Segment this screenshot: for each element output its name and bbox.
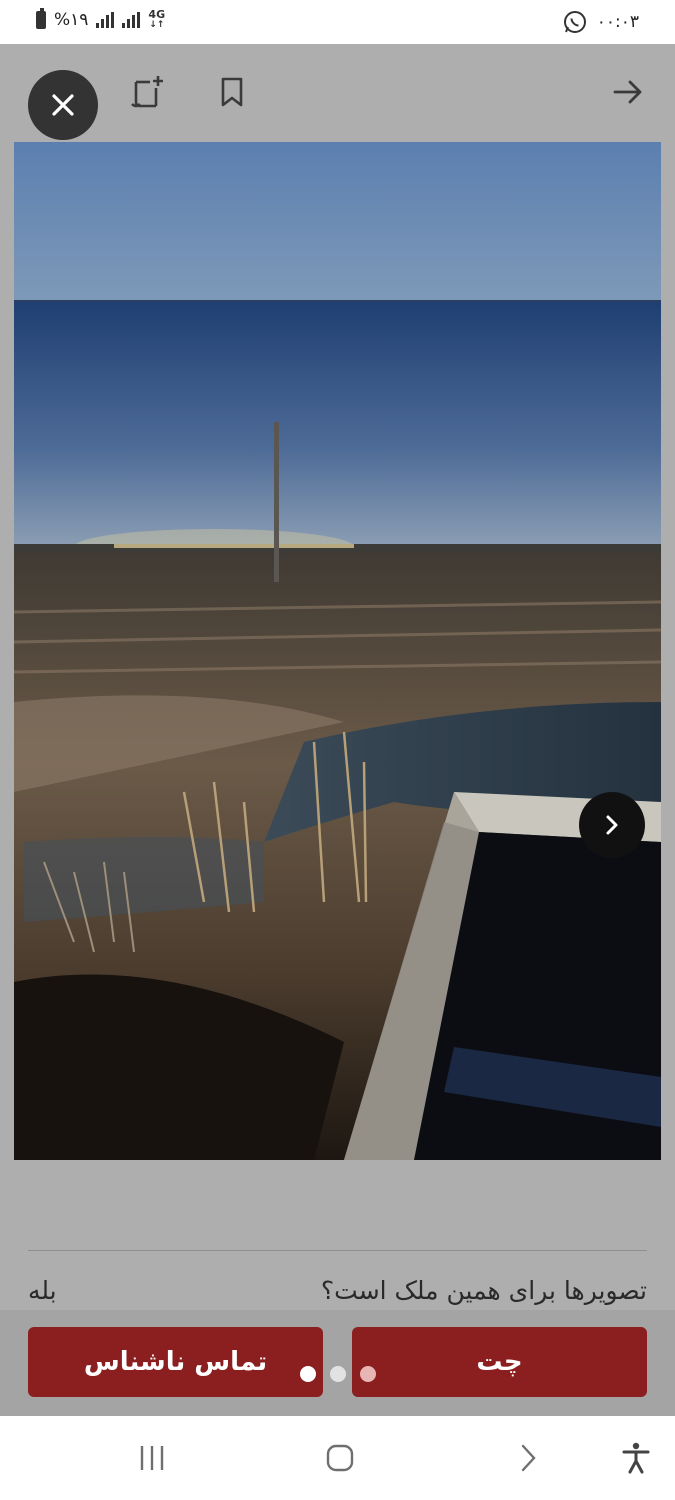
back-icon xyxy=(521,1444,536,1472)
gallery-dot xyxy=(360,1366,376,1382)
next-image-button[interactable] xyxy=(579,792,645,858)
gallery-dots xyxy=(300,1366,376,1382)
add-note-icon xyxy=(131,76,163,108)
add-note-button[interactable] xyxy=(128,72,168,112)
status-right: ۰۰:۰۳ xyxy=(563,10,639,34)
anonymous-call-button[interactable]: تماس ناشناس xyxy=(28,1327,323,1397)
signal-icon xyxy=(122,12,141,28)
photo-answer: بله xyxy=(28,1276,57,1305)
status-left: %۱۹ 4G ↓↑ xyxy=(36,8,166,30)
bookmark-icon xyxy=(221,77,243,107)
clock: ۰۰:۰۳ xyxy=(596,12,639,32)
accessibility-button[interactable] xyxy=(614,1438,658,1478)
system-back-button[interactable] xyxy=(506,1438,550,1478)
recent-apps-icon xyxy=(140,1446,164,1470)
home-icon xyxy=(326,1444,354,1472)
action-bar: تماس ناشناس چت xyxy=(0,1310,675,1416)
chat-button[interactable]: چت xyxy=(352,1327,647,1397)
chevron-right-icon xyxy=(606,815,618,835)
network-4g-icon: 4G ↓↑ xyxy=(148,8,166,30)
divider xyxy=(28,1250,647,1251)
app-area: تصویرها برای همین ملک است؟ بله تماس ناشن… xyxy=(0,44,675,1416)
bookmark-button[interactable] xyxy=(212,72,252,112)
network-label: 4G xyxy=(148,8,166,21)
back-arrow-icon xyxy=(613,80,642,104)
battery-icon xyxy=(36,8,46,29)
home-button[interactable] xyxy=(318,1438,362,1478)
photo-question: تصویرها برای همین ملک است؟ xyxy=(320,1276,647,1305)
close-icon xyxy=(52,94,74,116)
back-button[interactable] xyxy=(608,72,648,112)
gallery-dot xyxy=(300,1366,316,1382)
gallery-dot xyxy=(330,1366,346,1382)
property-photo[interactable] xyxy=(14,142,661,1160)
whatsapp-icon xyxy=(563,11,586,33)
signal-icon xyxy=(96,12,115,28)
close-button[interactable] xyxy=(28,70,98,140)
recent-apps-button[interactable] xyxy=(130,1438,174,1478)
system-nav-bar xyxy=(0,1416,675,1500)
battery-text: %۱۹ xyxy=(54,10,89,30)
status-bar: %۱۹ 4G ↓↑ ۰۰:۰۳ xyxy=(0,0,675,44)
accessibility-icon xyxy=(622,1442,650,1474)
photo-image xyxy=(14,142,661,1160)
